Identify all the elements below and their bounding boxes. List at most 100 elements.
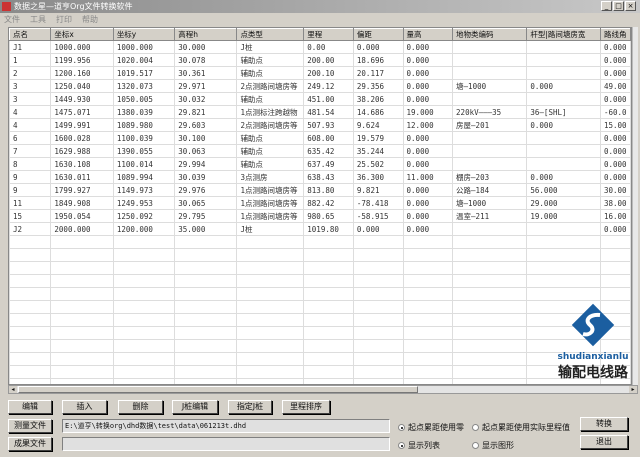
table-row[interactable]: 2 1200.160 1019.517 30.361 辅助点 200.10 20.117 0.… xyxy=(9,66,631,80)
table-cell[interactable]: 20.117 xyxy=(352,66,404,80)
table-cell[interactable]: 1629.988 xyxy=(50,144,114,158)
table-cell[interactable]: 0.000 xyxy=(402,66,454,80)
table-cell[interactable]: 1100.039 xyxy=(112,131,176,145)
table-cell[interactable]: 29.603 xyxy=(174,118,238,132)
table-cell[interactable]: 0.000 xyxy=(526,170,601,184)
table-cell[interactable]: 30.000 xyxy=(174,40,238,54)
table-cell[interactable] xyxy=(452,222,528,236)
table-cell[interactable]: 49.00 xyxy=(600,79,631,93)
convert-button[interactable]: 转换 xyxy=(580,417,628,431)
table-cell[interactable]: 19.000 xyxy=(402,105,454,119)
table-cell[interactable]: 1390.055 xyxy=(112,144,176,158)
result-file-button[interactable]: 成果文件 xyxy=(8,437,52,451)
table-cell[interactable]: 7 xyxy=(9,144,52,158)
table-cell[interactable]: 1200.000 xyxy=(112,222,176,236)
table-cell[interactable] xyxy=(452,131,528,145)
menu-help[interactable]: 帮助 xyxy=(82,14,98,25)
column-header[interactable]: 里程 xyxy=(303,28,354,41)
table-cell[interactable]: 0.000 xyxy=(402,196,454,210)
table-cell[interactable]: 3 xyxy=(9,92,52,106)
table-cell[interactable]: 249.12 xyxy=(303,79,354,93)
table-row[interactable]: 11 1849.908 1249.953 30.065 1点测路间塘房等 882.42 -7… xyxy=(9,196,631,210)
table-cell[interactable]: 1630.011 xyxy=(50,170,114,184)
radio-show-list[interactable]: 显示列表 xyxy=(398,440,440,451)
table-cell[interactable]: 29.000 xyxy=(526,196,601,210)
result-path-field[interactable] xyxy=(62,437,390,451)
table-cell[interactable]: 30.063 xyxy=(174,144,238,158)
table-cell[interactable] xyxy=(526,131,601,145)
table-cell[interactable]: 1100.014 xyxy=(112,157,176,171)
table-cell[interactable]: 0.000 xyxy=(600,170,631,184)
table-cell[interactable]: 507.93 xyxy=(303,118,354,132)
table-cell[interactable]: J1 xyxy=(9,40,52,54)
radio-show-graph[interactable]: 显示图形 xyxy=(472,440,514,451)
table-cell[interactable]: 1000.000 xyxy=(112,40,176,54)
table-cell[interactable]: 公路—184 xyxy=(452,183,528,197)
table-cell[interactable]: 房屋—201 xyxy=(452,118,528,132)
table-cell[interactable]: J2 xyxy=(9,222,52,236)
table-cell[interactable]: 辅助点 xyxy=(236,144,305,158)
table-cell[interactable]: 19.000 xyxy=(526,209,601,223)
column-header[interactable]: 坐标x xyxy=(50,28,114,41)
table-cell[interactable]: 980.65 xyxy=(303,209,354,223)
table-cell[interactable]: 36.300 xyxy=(352,170,404,184)
table-cell[interactable]: 29.971 xyxy=(174,79,238,93)
table-cell[interactable]: 0.000 xyxy=(352,40,404,54)
table-cell[interactable]: 温室—211 xyxy=(452,209,528,223)
table-row[interactable]: 3 1250.040 1320.073 29.971 2点测路间塘房等 249.12 29.… xyxy=(9,79,631,93)
table-cell[interactable]: 637.49 xyxy=(303,157,354,171)
table-cell[interactable]: 1250.040 xyxy=(50,79,114,93)
table-cell[interactable] xyxy=(526,222,601,236)
column-header[interactable]: 地物类编码 xyxy=(452,28,528,41)
table-cell[interactable] xyxy=(526,40,601,54)
table-cell[interactable]: 1475.071 xyxy=(50,105,114,119)
table-cell[interactable]: 0.000 xyxy=(402,157,454,171)
table-cell[interactable]: 1149.973 xyxy=(112,183,176,197)
delete-button[interactable]: 删除 xyxy=(118,400,163,414)
table-cell[interactable]: -58.915 xyxy=(352,209,404,223)
table-cell[interactable]: 813.80 xyxy=(303,183,354,197)
table-cell[interactable]: 38.00 xyxy=(600,196,631,210)
table-cell[interactable]: 0.000 xyxy=(600,144,631,158)
table-cell[interactable]: 29.821 xyxy=(174,105,238,119)
scroll-left-icon[interactable]: ◂ xyxy=(9,386,17,393)
table-cell[interactable]: 0.000 xyxy=(402,53,454,67)
table-cell[interactable]: 36—[SHL] xyxy=(526,105,601,119)
table-cell[interactable]: 1199.956 xyxy=(50,53,114,67)
table-cell[interactable]: 0.000 xyxy=(600,92,631,106)
table-row[interactable]: 4 1475.071 1380.039 29.821 1点测标注跨越物 481.54 14.… xyxy=(9,105,631,119)
table-cell[interactable]: 882.42 xyxy=(303,196,354,210)
table-row[interactable]: J1 1000.000 1000.000 30.000 J桩 0.00 0.000 0.000… xyxy=(9,40,631,54)
table-cell[interactable]: 635.42 xyxy=(303,144,354,158)
table-cell[interactable]: 638.43 xyxy=(303,170,354,184)
table-cell[interactable]: 2点测路间塘房等 xyxy=(236,118,305,132)
column-header[interactable]: 点名 xyxy=(9,28,52,41)
table-cell[interactable]: 14.686 xyxy=(352,105,404,119)
table-cell[interactable]: 1 xyxy=(9,53,52,67)
scroll-thumb[interactable] xyxy=(18,386,418,393)
minimize-button[interactable]: _ xyxy=(601,1,612,11)
table-cell[interactable]: 0.000 xyxy=(600,131,631,145)
table-cell[interactable]: 1849.908 xyxy=(50,196,114,210)
table-cell[interactable]: 1630.108 xyxy=(50,157,114,171)
table-cell[interactable]: 辅助点 xyxy=(236,157,305,171)
table-cell[interactable]: 辅助点 xyxy=(236,92,305,106)
table-cell[interactable]: 4 xyxy=(9,105,52,119)
table-cell[interactable]: 辅助点 xyxy=(236,66,305,80)
table-row[interactable]: 1 1199.956 1020.004 30.078 辅助点 200.00 18.696 0.… xyxy=(9,53,631,67)
table-cell[interactable]: 0.000 xyxy=(352,222,404,236)
close-button[interactable]: × xyxy=(625,1,636,11)
table-cell[interactable]: 塘—1000 xyxy=(452,79,528,93)
table-cell[interactable]: 35.244 xyxy=(352,144,404,158)
table-cell[interactable]: 0.000 xyxy=(402,131,454,145)
table-cell[interactable]: 451.00 xyxy=(303,92,354,106)
table-cell[interactable]: 8 xyxy=(9,157,52,171)
table-cell[interactable]: 38.206 xyxy=(352,92,404,106)
radio-start-actual[interactable]: 起点累距使用实际里程值 xyxy=(472,422,570,433)
menu-file[interactable]: 文件 xyxy=(4,14,20,25)
table-cell[interactable]: 1点测路间塘房等 xyxy=(236,196,305,210)
table-row[interactable]: 6 1600.028 1100.039 30.100 辅助点 608.00 19.579 0.… xyxy=(9,131,631,145)
table-cell[interactable] xyxy=(452,40,528,54)
column-header[interactable]: 高程h xyxy=(174,28,238,41)
table-cell[interactable]: -60.0 xyxy=(600,105,631,119)
